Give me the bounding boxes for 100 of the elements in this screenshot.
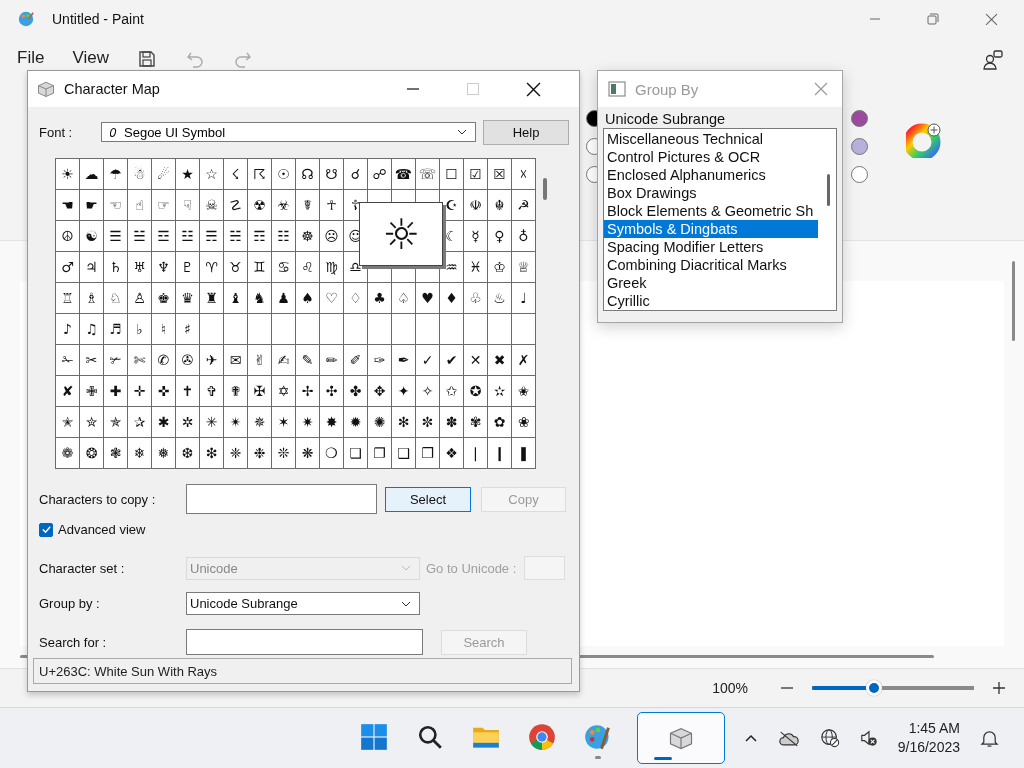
character-cell[interactable]: ✏ [320, 345, 343, 375]
character-cell[interactable]: ✲ [176, 407, 199, 437]
character-cell[interactable]: ✫ [488, 376, 511, 406]
close-icon[interactable] [526, 81, 541, 97]
character-cell[interactable]: ☢ [248, 190, 271, 220]
character-cell[interactable]: ❋ [296, 438, 319, 468]
character-cell[interactable]: ☭ [512, 190, 535, 220]
character-cell[interactable]: ❂ [80, 438, 103, 468]
restore-icon[interactable] [927, 13, 939, 25]
help-button[interactable]: Help [483, 119, 569, 145]
character-cell[interactable]: ❇ [200, 438, 223, 468]
character-cell[interactable]: ❊ [272, 438, 295, 468]
character-cell[interactable]: ☌ [344, 159, 367, 189]
character-cell[interactable]: ✕ [464, 345, 487, 375]
character-cell[interactable]: ☁ [80, 159, 103, 189]
character-cell[interactable]: ♡ [320, 283, 343, 313]
character-cell[interactable]: ✶ [272, 407, 295, 437]
character-cell[interactable]: ♬ [104, 314, 127, 344]
character-cell[interactable]: ❒ [416, 438, 439, 468]
character-cell[interactable]: ♋ [272, 252, 295, 282]
character-cell[interactable]: ♟ [272, 283, 295, 313]
character-cell[interactable] [488, 314, 511, 344]
character-cell[interactable]: ♦ [440, 283, 463, 313]
character-cell[interactable]: ☄ [152, 159, 175, 189]
character-cell[interactable]: ☋ [320, 159, 343, 189]
character-cell[interactable]: ☹ [320, 221, 343, 251]
character-cell[interactable]: ☜ [104, 190, 127, 220]
character-cell[interactable]: ☠ [200, 190, 223, 220]
character-cell[interactable]: ✙ [80, 376, 103, 406]
character-cell[interactable]: ♠ [296, 283, 319, 313]
speaker-muted-icon[interactable] [859, 729, 878, 747]
character-cell[interactable]: ✮ [80, 407, 103, 437]
character-cell[interactable]: ✴ [224, 407, 247, 437]
search-field[interactable] [186, 629, 423, 655]
character-cell[interactable]: ✌ [248, 345, 271, 375]
character-cell[interactable]: ✠ [248, 376, 271, 406]
zoom-in-icon[interactable] [992, 681, 1006, 695]
character-cell[interactable]: ✉ [224, 345, 247, 375]
character-cell[interactable]: ✯ [104, 407, 127, 437]
character-cell[interactable]: ❘ [464, 438, 487, 468]
character-cell[interactable]: ♃ [80, 252, 103, 282]
character-cell[interactable]: ♆ [152, 252, 175, 282]
character-cell[interactable]: ♢ [344, 283, 367, 313]
bell-icon[interactable] [980, 728, 999, 748]
character-cell[interactable]: ♧ [464, 283, 487, 313]
character-cell[interactable]: ✛ [128, 376, 151, 406]
cloud-icon[interactable] [777, 729, 800, 747]
character-cell[interactable]: ☇ [224, 159, 247, 189]
character-cell[interactable] [440, 314, 463, 344]
character-cell[interactable]: ☐ [440, 159, 463, 189]
character-cell[interactable] [368, 314, 391, 344]
character-cell[interactable]: ❈ [224, 438, 247, 468]
character-cell[interactable]: ♫ [80, 314, 103, 344]
clock-time[interactable]: 1:45 AM [908, 719, 960, 738]
character-cell[interactable]: ☷ [272, 221, 295, 251]
character-cell[interactable]: ♔ [488, 252, 511, 282]
character-cell[interactable]: ☥ [320, 190, 343, 220]
character-cell[interactable]: ☱ [128, 221, 151, 251]
character-cell[interactable]: ♄ [104, 252, 127, 282]
character-cell[interactable] [392, 314, 415, 344]
character-cell[interactable]: ✆ [152, 345, 175, 375]
character-cell[interactable] [272, 314, 295, 344]
character-cell[interactable]: ❐ [368, 438, 391, 468]
character-cell[interactable]: ♓ [464, 252, 487, 282]
character-cell[interactable]: ♤ [392, 283, 415, 313]
character-cell[interactable]: ☶ [248, 221, 271, 251]
character-cell[interactable]: ☳ [176, 221, 199, 251]
character-cell[interactable]: ♅ [128, 252, 151, 282]
character-cell[interactable]: ☲ [152, 221, 175, 251]
character-cell[interactable]: ♩ [512, 283, 535, 313]
character-cell[interactable]: ✡ [272, 376, 295, 406]
character-cell[interactable]: ♘ [104, 283, 127, 313]
character-cell[interactable]: ☃ [128, 159, 151, 189]
character-cell[interactable]: ✁ [56, 345, 79, 375]
character-cell[interactable] [512, 314, 535, 344]
character-cell[interactable]: ♚ [152, 283, 175, 313]
character-cell[interactable]: ❃ [104, 438, 127, 468]
character-cell[interactable]: ☏ [416, 159, 439, 189]
character-cell[interactable]: ♂ [56, 252, 79, 282]
list-item[interactable]: Combining Diacritical Marks [604, 256, 818, 274]
character-cell[interactable]: ✣ [320, 376, 343, 406]
character-cell[interactable]: ✑ [368, 345, 391, 375]
character-cell[interactable]: ✻ [392, 407, 415, 437]
color-swatch[interactable] [851, 110, 868, 127]
character-cell[interactable]: ☡ [224, 190, 247, 220]
copy-field[interactable] [186, 484, 377, 514]
character-cell[interactable]: ♈ [200, 252, 223, 282]
list-item[interactable]: Block Elements & Geometric Sh [604, 202, 818, 220]
character-cell[interactable]: ✇ [176, 345, 199, 375]
character-cell[interactable]: ✵ [248, 407, 271, 437]
character-cell[interactable]: ♉ [224, 252, 247, 282]
character-cell[interactable]: ♛ [176, 283, 199, 313]
character-cell[interactable]: ✟ [224, 376, 247, 406]
character-cell[interactable]: ✃ [104, 345, 127, 375]
advanced-view-label[interactable]: Advanced view [58, 522, 146, 537]
character-cell[interactable]: ✹ [344, 407, 367, 437]
character-cell[interactable]: ✈ [200, 345, 223, 375]
checkbox[interactable] [39, 522, 53, 537]
character-cell[interactable]: ✗ [512, 345, 535, 375]
character-cell[interactable]: ☛ [80, 190, 103, 220]
